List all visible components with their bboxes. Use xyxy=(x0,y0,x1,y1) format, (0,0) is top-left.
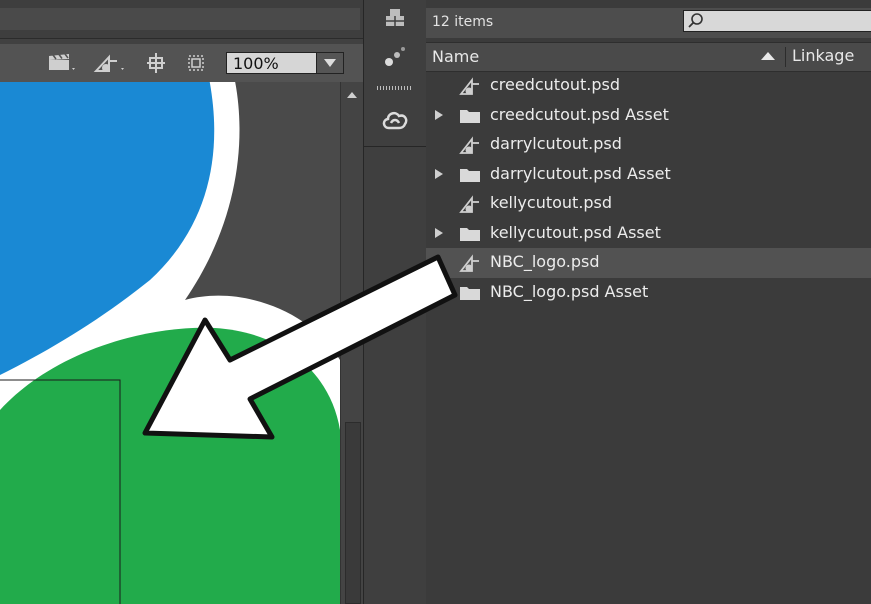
document-tab[interactable] xyxy=(0,8,360,30)
search-icon xyxy=(688,13,703,28)
library-item-label: kellycutout.psd Asset xyxy=(490,222,661,242)
library-item-label: creedcutout.psd Asset xyxy=(490,104,669,124)
library-item-row[interactable]: kellycutout.psd xyxy=(426,189,871,219)
panel-grip[interactable] xyxy=(377,86,411,90)
library-item-row[interactable]: creedcutout.psd xyxy=(426,71,871,101)
snap-to-center-icon[interactable] xyxy=(142,52,170,74)
library-item-label: creedcutout.psd xyxy=(490,75,621,94)
library-item-label: NBC_logo.psd xyxy=(490,252,600,271)
expand-triangle-icon[interactable] xyxy=(435,227,443,238)
library-folder-row[interactable]: NBC_logo.psd Asset xyxy=(426,278,871,308)
edit-scene-icon[interactable] xyxy=(46,52,80,74)
library-panel: 12 items Name Linkage creedcutout.psd cre… xyxy=(426,0,871,604)
library-column-header: Name Linkage xyxy=(426,42,871,72)
stage-toolbar: 100% xyxy=(0,44,363,82)
column-name[interactable]: Name xyxy=(432,47,479,66)
column-linkage[interactable]: Linkage xyxy=(792,46,854,65)
bitmap-symbol-icon xyxy=(458,193,482,215)
library-item-list: creedcutout.psd creedcutout.psd Asset darr… xyxy=(426,71,871,307)
bitmap-symbol-icon xyxy=(458,252,482,274)
dock-divider xyxy=(364,146,426,147)
item-count: 12 items xyxy=(432,14,494,30)
library-item-row[interactable]: NBC_logo.psd xyxy=(426,248,871,278)
stage-vertical-scrollbar[interactable] xyxy=(340,82,363,604)
library-search-input[interactable] xyxy=(683,10,871,32)
clip-stage-icon[interactable] xyxy=(181,52,211,74)
scrollbar-thumb[interactable] xyxy=(345,422,361,604)
scroll-up-icon xyxy=(347,92,357,98)
expand-triangle-icon[interactable] xyxy=(435,168,443,179)
expand-triangle-icon[interactable] xyxy=(435,109,443,120)
edit-symbol-icon[interactable] xyxy=(92,52,130,74)
library-item-label: darrylcutout.psd xyxy=(490,134,622,153)
collapsed-panel-dock xyxy=(363,0,427,604)
library-folder-row[interactable]: creedcutout.psd Asset xyxy=(426,101,871,131)
zoom-select[interactable]: 100% xyxy=(226,52,344,74)
library-item-row[interactable]: darrylcutout.psd xyxy=(426,130,871,160)
document-tab-bar xyxy=(0,0,363,39)
library-folder-row[interactable]: kellycutout.psd Asset xyxy=(426,219,871,249)
zoom-value: 100% xyxy=(233,54,279,73)
stage-canvas[interactable] xyxy=(0,82,340,604)
folder-icon xyxy=(458,105,482,127)
library-item-label: kellycutout.psd xyxy=(490,193,613,212)
motion-presets-icon[interactable] xyxy=(364,38,426,74)
creative-cloud-libraries-icon[interactable] xyxy=(364,100,426,140)
library-folder-row[interactable]: darrylcutout.psd Asset xyxy=(426,160,871,190)
library-item-label: darrylcutout.psd Asset xyxy=(490,163,671,183)
bitmap-symbol-icon xyxy=(458,134,482,156)
library-item-label: NBC_logo.psd Asset xyxy=(490,281,649,301)
sort-ascending-icon[interactable] xyxy=(761,52,775,60)
expand-triangle-icon[interactable] xyxy=(435,286,443,297)
column-separator[interactable] xyxy=(785,47,786,67)
stage-panel: 100% xyxy=(0,0,363,604)
chevron-down-icon[interactable] xyxy=(316,53,343,73)
folder-icon xyxy=(458,282,482,304)
library-panel-icon[interactable] xyxy=(364,0,426,36)
folder-icon xyxy=(458,164,482,186)
library-header: 12 items xyxy=(426,8,871,38)
folder-icon xyxy=(458,223,482,245)
bitmap-symbol-icon xyxy=(458,75,482,97)
